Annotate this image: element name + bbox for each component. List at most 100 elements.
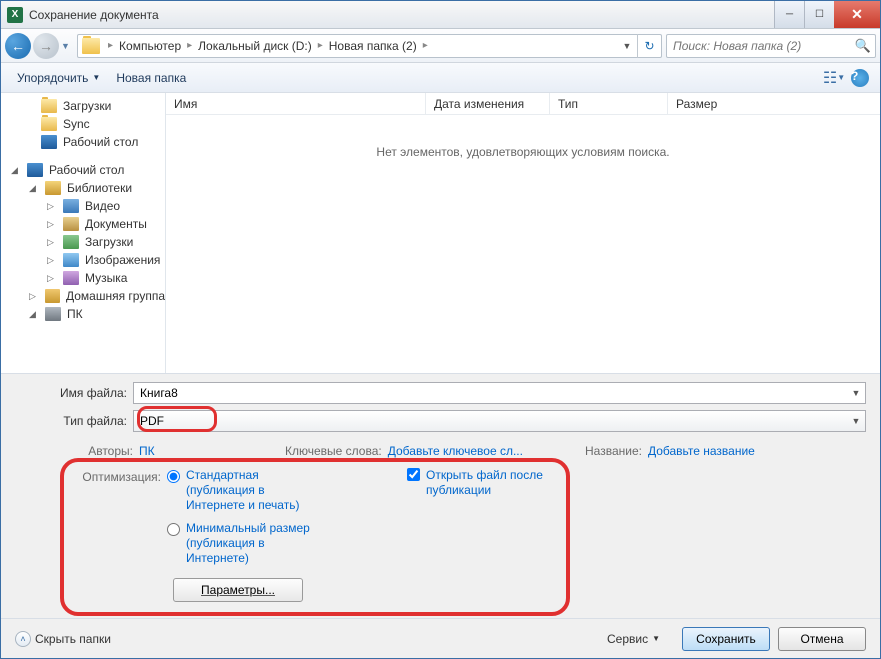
excel-icon: X bbox=[7, 7, 23, 23]
collapse-icon[interactable]: ◢ bbox=[29, 183, 39, 194]
radio-standard-label: Стандартная (публикация в Интернете и пе… bbox=[186, 468, 317, 513]
maximize-button[interactable]: ☐ bbox=[804, 1, 834, 28]
folder-tree[interactable]: Загрузки Sync Рабочий стол ◢Рабочий стол… bbox=[1, 93, 166, 373]
keywords-label: Ключевые слова: bbox=[285, 444, 382, 458]
expand-icon[interactable]: ▷ bbox=[29, 291, 39, 302]
desktop-icon bbox=[27, 163, 43, 177]
folder-icon bbox=[41, 99, 57, 113]
breadcrumb-bar[interactable]: ▸ Компьютер ▸ Локальный диск (D:) ▸ Нова… bbox=[77, 34, 662, 58]
tree-item-downloads[interactable]: Загрузки bbox=[1, 97, 165, 115]
hide-folders-button[interactable]: ˄ Скрыть папки bbox=[15, 631, 111, 647]
nav-forward-button[interactable]: → bbox=[33, 33, 59, 59]
breadcrumb-segment[interactable]: Новая папка (2) bbox=[327, 39, 419, 53]
chevron-right-icon: ▸ bbox=[183, 40, 196, 51]
tree-item-pc[interactable]: ◢ПК bbox=[1, 305, 165, 323]
search-input[interactable] bbox=[667, 39, 851, 53]
breadcrumb-segment[interactable]: Локальный диск (D:) bbox=[196, 39, 314, 53]
checkbox-open-after-input[interactable] bbox=[407, 468, 420, 481]
folder-icon bbox=[41, 117, 57, 131]
nav-back-button[interactable]: ← bbox=[5, 33, 31, 59]
documents-icon bbox=[63, 217, 79, 231]
refresh-button[interactable]: ↻ bbox=[637, 34, 661, 58]
organize-label: Упорядочить bbox=[17, 71, 88, 85]
empty-message: Нет элементов, удовлетворяющих условиям … bbox=[166, 115, 880, 373]
filetype-combo[interactable]: PDF ▼ bbox=[133, 410, 866, 432]
authors-value[interactable]: ПК bbox=[139, 444, 155, 458]
column-name[interactable]: Имя bbox=[166, 93, 426, 114]
tree-item-documents[interactable]: ▷Документы bbox=[1, 215, 165, 233]
collapse-icon[interactable]: ◢ bbox=[29, 309, 39, 320]
tree-item-homegroup[interactable]: ▷Домашняя группа bbox=[1, 287, 165, 305]
tree-item-video[interactable]: ▷Видео bbox=[1, 197, 165, 215]
expand-icon[interactable]: ▷ bbox=[47, 219, 57, 230]
column-size[interactable]: Размер bbox=[668, 93, 880, 114]
title-meta-value[interactable]: Добавьте название bbox=[648, 444, 755, 458]
save-dialog-window: X Сохранение документа ─ ☐ ✕ ← → ▼ ▸ Ком… bbox=[0, 0, 881, 659]
radio-standard-input[interactable] bbox=[167, 470, 180, 483]
main-area: Загрузки Sync Рабочий стол ◢Рабочий стол… bbox=[1, 93, 880, 373]
chevron-right-icon: ▸ bbox=[419, 40, 432, 51]
chevron-right-icon: ▸ bbox=[104, 40, 117, 51]
new-folder-button[interactable]: Новая папка bbox=[108, 67, 194, 89]
dialog-footer: ˄ Скрыть папки Сервис ▼ Сохранить Отмена bbox=[1, 618, 880, 658]
file-list-area: Имя Дата изменения Тип Размер Нет элемен… bbox=[166, 93, 880, 373]
filename-row: Имя файла: ▼ bbox=[15, 382, 866, 404]
filename-combo: ▼ bbox=[133, 382, 866, 404]
filename-input[interactable] bbox=[134, 382, 847, 404]
nav-history-dropdown[interactable]: ▼ bbox=[61, 41, 73, 51]
close-button[interactable]: ✕ bbox=[834, 1, 880, 28]
search-icon[interactable]: 🔍 bbox=[851, 38, 875, 54]
title-meta-label: Название: bbox=[585, 444, 642, 458]
radio-minimal[interactable]: Минимальный размер (публикация в Интерне… bbox=[167, 521, 317, 566]
minimize-button[interactable]: ─ bbox=[774, 1, 804, 28]
folder-icon bbox=[82, 38, 100, 54]
tree-item-sync[interactable]: Sync bbox=[1, 115, 165, 133]
optimization-radios: Стандартная (публикация в Интернете и пе… bbox=[167, 468, 317, 574]
chevron-down-icon[interactable]: ▼ bbox=[847, 416, 865, 426]
column-headers: Имя Дата изменения Тип Размер bbox=[166, 93, 880, 115]
cancel-button[interactable]: Отмена bbox=[778, 627, 866, 651]
expand-icon[interactable]: ▷ bbox=[47, 201, 57, 212]
images-icon bbox=[63, 253, 79, 267]
expand-icon[interactable]: ▷ bbox=[47, 255, 57, 266]
view-button[interactable]: ☷ ▼ bbox=[822, 66, 846, 90]
tree-item-downloads2[interactable]: ▷Загрузки bbox=[1, 233, 165, 251]
computer-icon bbox=[45, 307, 61, 321]
tree-item-images[interactable]: ▷Изображения bbox=[1, 251, 165, 269]
chevron-right-icon: ▸ bbox=[314, 40, 327, 51]
window-controls: ─ ☐ ✕ bbox=[774, 1, 880, 28]
metadata-row: Авторы: ПК Ключевые слова: Добавьте ключ… bbox=[15, 438, 866, 462]
radio-standard[interactable]: Стандартная (публикация в Интернете и пе… bbox=[167, 468, 317, 513]
help-button[interactable]: ? bbox=[848, 66, 872, 90]
optimization-label: Оптимизация: bbox=[15, 468, 167, 484]
keywords-value[interactable]: Добавьте ключевое сл... bbox=[388, 444, 523, 458]
save-form: Имя файла: ▼ Тип файла: PDF ▼ Авторы: ПК… bbox=[1, 373, 880, 618]
downloads-icon bbox=[63, 235, 79, 249]
column-date[interactable]: Дата изменения bbox=[426, 93, 550, 114]
libraries-icon bbox=[45, 181, 61, 195]
column-type[interactable]: Тип bbox=[550, 93, 668, 114]
authors-label: Авторы: bbox=[15, 444, 133, 458]
filename-label: Имя файла: bbox=[15, 386, 133, 400]
tree-item-libraries[interactable]: ◢Библиотеки bbox=[1, 179, 165, 197]
chevron-down-icon[interactable]: ▼ bbox=[847, 388, 865, 398]
organize-button[interactable]: Упорядочить ▼ bbox=[9, 67, 108, 89]
optimization-area: Оптимизация: Стандартная (публикация в И… bbox=[15, 462, 866, 612]
filetype-label: Тип файла: bbox=[15, 414, 133, 428]
filetype-row: Тип файла: PDF ▼ bbox=[15, 410, 866, 432]
save-button[interactable]: Сохранить bbox=[682, 627, 770, 651]
tree-item-music[interactable]: ▷Музыка bbox=[1, 269, 165, 287]
tree-item-desktop-root[interactable]: ◢Рабочий стол bbox=[1, 161, 165, 179]
breadcrumb-segment[interactable]: Компьютер bbox=[117, 39, 183, 53]
filetype-value: PDF bbox=[134, 414, 847, 428]
tools-button[interactable]: Сервис ▼ bbox=[607, 632, 660, 646]
hide-folders-label: Скрыть папки bbox=[35, 632, 111, 646]
tree-item-desktop[interactable]: Рабочий стол bbox=[1, 133, 165, 151]
collapse-icon[interactable]: ◢ bbox=[11, 165, 21, 176]
radio-minimal-input[interactable] bbox=[167, 523, 180, 536]
expand-icon[interactable]: ▷ bbox=[47, 237, 57, 248]
checkbox-open-after[interactable]: Открыть файл после публикации bbox=[407, 468, 556, 498]
expand-icon[interactable]: ▷ bbox=[47, 273, 57, 284]
parameters-button[interactable]: Параметры... bbox=[173, 578, 303, 602]
navigation-bar: ← → ▼ ▸ Компьютер ▸ Локальный диск (D:) … bbox=[1, 29, 880, 63]
